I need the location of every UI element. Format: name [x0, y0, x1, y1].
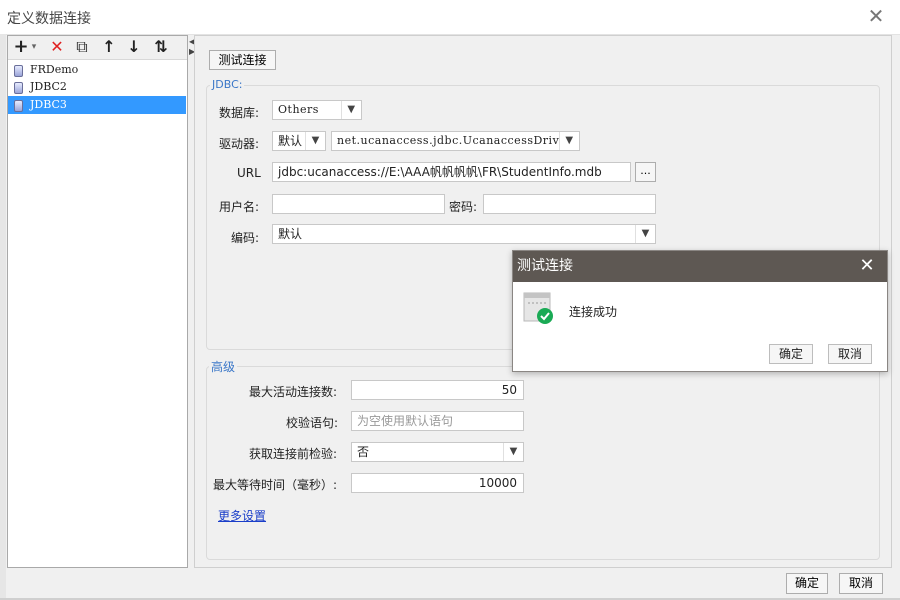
tree-item-label: JDBC3: [30, 98, 67, 111]
move-up-icon[interactable]: ↑: [99, 37, 119, 57]
validation-query-label: 校验语句:: [286, 416, 339, 430]
success-icon: [523, 292, 553, 324]
url-input[interactable]: jdbc:ucanaccess://E:\AAA帆帆帆帆\FR\StudentI…: [272, 162, 631, 182]
window-close-icon[interactable]: ✕: [864, 4, 888, 28]
ok-button[interactable]: 确定: [786, 573, 828, 594]
database-icon: [14, 82, 23, 94]
database-label: 数据库:: [219, 106, 260, 120]
max-wait-input[interactable]: 10000: [351, 473, 524, 493]
validation-query-input[interactable]: 为空使用默认语句: [351, 411, 524, 431]
chevron-down-icon: ▼: [559, 132, 579, 150]
tree-item-jdbc3[interactable]: JDBC3: [8, 96, 186, 114]
chevron-down-icon: ▼: [305, 132, 325, 150]
delete-connection-icon[interactable]: ✕: [47, 37, 67, 57]
password-input[interactable]: [483, 194, 656, 214]
dialog-cancel-button[interactable]: 取消: [828, 344, 872, 364]
tree-item-label: JDBC2: [30, 80, 67, 93]
test-before-select[interactable]: 否 ▼: [351, 442, 524, 462]
tree-item-frdemo[interactable]: FRDemo: [8, 61, 186, 79]
more-settings-link[interactable]: 更多设置: [218, 507, 266, 524]
chevron-down-icon: ▼: [503, 443, 523, 461]
tree-item-jdbc2[interactable]: JDBC2: [8, 78, 186, 96]
username-input[interactable]: [272, 194, 445, 214]
test-before-label: 获取连接前检验:: [249, 447, 338, 461]
database-value: Others: [278, 103, 319, 116]
url-label: URL: [237, 166, 261, 180]
chevron-down-icon: ▼: [635, 225, 655, 243]
cancel-button[interactable]: 取消: [839, 573, 883, 594]
title-bar: [0, 0, 900, 34]
sort-icon[interactable]: ⇅: [150, 37, 172, 57]
copy-connection-icon[interactable]: ⧉: [72, 37, 92, 57]
database-icon: [14, 100, 23, 112]
encoding-select[interactable]: 默认 ▼: [272, 224, 656, 244]
connection-tree: [8, 59, 187, 567]
dialog-close-icon[interactable]: ✕: [857, 254, 877, 278]
driver-mode-select[interactable]: 默认 ▼: [272, 131, 326, 151]
max-active-label: 最大活动连接数:: [249, 385, 338, 399]
database-select[interactable]: Others ▼: [272, 100, 362, 120]
max-wait-label: 最大等待时间（毫秒）:: [213, 478, 338, 492]
move-down-icon[interactable]: ↓: [124, 37, 144, 57]
username-label: 用户名:: [219, 200, 260, 214]
driver-class-value: net.ucanaccess.jdbc.UcanaccessDriver: [337, 134, 573, 147]
add-menu-chevron-icon[interactable]: ▾: [29, 37, 39, 57]
encoding-value: 默认: [278, 227, 303, 241]
driver-mode-value: 默认: [278, 134, 303, 148]
test-connection-button[interactable]: 测试连接: [209, 50, 276, 70]
driver-class-select[interactable]: net.ucanaccess.jdbc.UcanaccessDriver ▼: [331, 131, 580, 151]
add-connection-icon[interactable]: +: [13, 37, 29, 57]
window-title: 定义数据连接: [7, 11, 91, 27]
test-result-dialog-title: 测试连接: [513, 251, 887, 282]
chevron-down-icon: ▼: [341, 101, 361, 119]
tree-item-label: FRDemo: [30, 63, 79, 76]
dialog-ok-button[interactable]: 确定: [769, 344, 813, 364]
encoding-label: 编码:: [231, 231, 260, 245]
driver-label: 驱动器:: [219, 137, 260, 151]
dialog-message: 连接成功: [569, 305, 618, 319]
left-strip: [0, 34, 6, 600]
test-before-value: 否: [357, 445, 370, 459]
url-browse-button[interactable]: ...: [635, 162, 656, 182]
advanced-section-label: 高级: [209, 358, 238, 375]
password-label: 密码:: [449, 200, 478, 214]
max-active-input[interactable]: 50: [351, 380, 524, 400]
jdbc-section-label: JDBC:: [210, 78, 245, 91]
database-icon: [14, 65, 23, 77]
